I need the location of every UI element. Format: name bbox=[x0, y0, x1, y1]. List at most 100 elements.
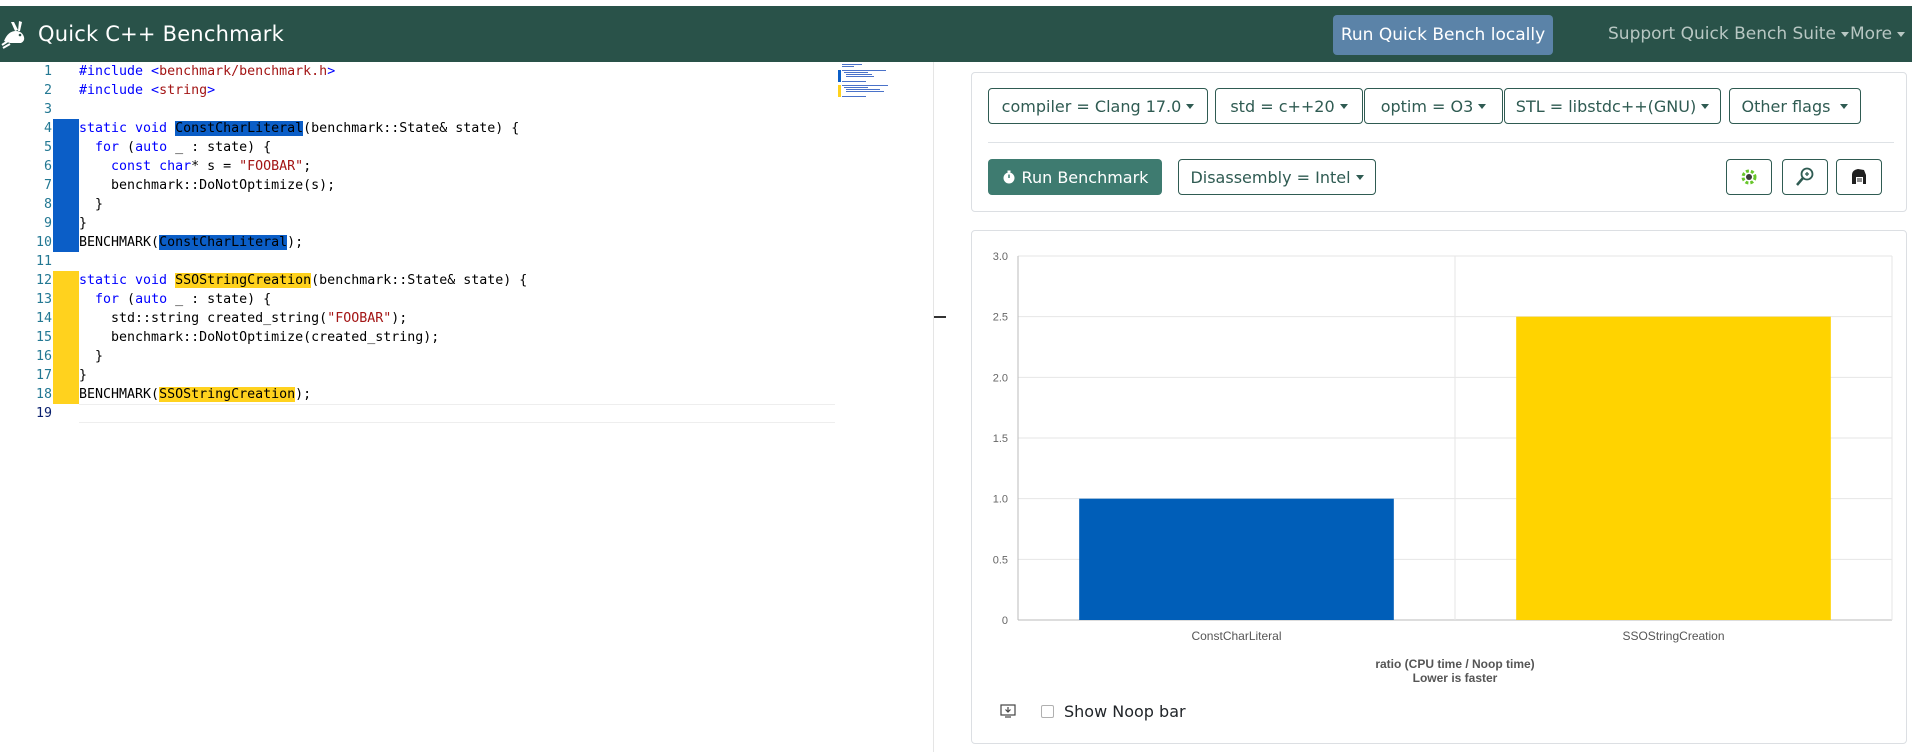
panel-divider[interactable] bbox=[933, 62, 934, 752]
support-dropdown[interactable]: Support Quick Bench Suite bbox=[1608, 6, 1849, 62]
code-line: 12 static void SSOStringCreation(benchma… bbox=[0, 271, 835, 290]
optim-label: optim = O3 bbox=[1380, 96, 1474, 116]
chevron-down-icon bbox=[1840, 31, 1849, 37]
line-number: 15 bbox=[35, 330, 52, 345]
code-text[interactable]: BENCHMARK(ConstCharLiteral); bbox=[79, 233, 303, 252]
line-number: 16 bbox=[35, 349, 52, 364]
run-benchmark-button[interactable]: Run Benchmark bbox=[988, 159, 1162, 195]
current-line-highlight bbox=[79, 404, 835, 423]
benchmark-marker-blue bbox=[53, 214, 79, 233]
zoom-button[interactable] bbox=[1782, 159, 1828, 195]
more-dropdown[interactable]: More bbox=[1850, 6, 1906, 62]
download-icon[interactable] bbox=[1000, 703, 1016, 719]
line-number: 17 bbox=[35, 368, 52, 383]
other-flags-label: Other flags bbox=[1741, 96, 1831, 116]
more-label: More bbox=[1850, 24, 1893, 44]
disassembly-label: Disassembly = Intel bbox=[1190, 167, 1351, 187]
benchmark-chart: 0 0.5 1.0 1.5 2.0 2.5 3.0 ConstCharLiteral SSOSt… bbox=[993, 251, 1893, 685]
y-tick-label: 1.5 bbox=[993, 433, 1008, 445]
chevron-down-icon bbox=[1478, 103, 1487, 109]
y-tick-label: 0.5 bbox=[993, 554, 1008, 566]
code-text[interactable]: benchmark::DoNotOptimize(s); bbox=[79, 176, 335, 195]
benchmark-marker-yellow bbox=[53, 290, 79, 309]
code-text[interactable]: static void SSOStringCreation(benchmark:… bbox=[79, 271, 527, 290]
code-line: 4 static void ConstCharLiteral(benchmark… bbox=[0, 119, 835, 138]
benchmark-marker-blue bbox=[53, 176, 79, 195]
gear-icon bbox=[1741, 169, 1757, 185]
code-line: 18 BENCHMARK(SSOStringCreation); bbox=[0, 385, 835, 404]
std-select[interactable]: std = c++20 bbox=[1215, 88, 1363, 124]
y-tick-label: 1.0 bbox=[993, 494, 1008, 506]
optim-select[interactable]: optim = O3 bbox=[1364, 88, 1503, 124]
code-text[interactable]: std::string created_string("FOOBAR"); bbox=[79, 309, 407, 328]
benchmark-marker-yellow bbox=[53, 347, 79, 366]
code-line: 10 BENCHMARK(ConstCharLiteral); bbox=[0, 233, 835, 252]
y-tick-label: 0 bbox=[1002, 615, 1008, 627]
code-line: 14 std::string created_string("FOOBAR"); bbox=[0, 309, 835, 328]
options-separator bbox=[988, 142, 1894, 143]
app-title: Quick C++ Benchmark bbox=[38, 22, 284, 46]
benchmark-marker-yellow bbox=[53, 366, 79, 385]
brand[interactable]: Quick C++ Benchmark bbox=[0, 6, 284, 62]
chevron-down-icon bbox=[1355, 174, 1364, 180]
code-text[interactable]: #include <string> bbox=[79, 81, 215, 100]
run-benchmark-label: Run Benchmark bbox=[1021, 167, 1149, 187]
code-text[interactable]: } bbox=[79, 347, 103, 366]
chevron-down-icon bbox=[1186, 103, 1195, 109]
code-line: 8 } bbox=[0, 195, 835, 214]
code-line: 13 for (auto _ : state) { bbox=[0, 290, 835, 309]
run-locally-button[interactable]: Run Quick Bench locally bbox=[1333, 15, 1553, 55]
line-number: 12 bbox=[35, 273, 52, 288]
compiler-label: compiler = Clang 17.0 bbox=[1001, 96, 1182, 116]
line-number: 6 bbox=[43, 159, 52, 174]
chart-footer: Show Noop bar bbox=[1000, 700, 1186, 722]
build-bench-button[interactable] bbox=[1836, 159, 1882, 195]
benchmark-marker-blue bbox=[53, 157, 79, 176]
x-axis-sublabel: Lower is faster bbox=[1413, 671, 1498, 685]
code-text[interactable]: } bbox=[79, 214, 87, 233]
line-number: 14 bbox=[35, 311, 52, 326]
navbar: Quick C++ Benchmark Run Quick Bench loca… bbox=[0, 6, 1912, 62]
line-number: 9 bbox=[43, 216, 52, 231]
show-noop-checkbox[interactable] bbox=[1041, 704, 1054, 718]
line-number: 3 bbox=[43, 102, 52, 117]
code-editor[interactable]: 1 #include <benchmark/benchmark.h> 2 #in… bbox=[0, 62, 933, 752]
splitter-handle[interactable] bbox=[934, 316, 946, 318]
line-number: 13 bbox=[35, 292, 52, 307]
other-flags-select[interactable]: Other flags bbox=[1729, 88, 1861, 124]
disassembly-select[interactable]: Disassembly = Intel bbox=[1178, 159, 1376, 195]
editor-minimap[interactable] bbox=[838, 62, 928, 102]
line-number: 1 bbox=[43, 64, 52, 79]
code-text[interactable]: for (auto _ : state) { bbox=[79, 138, 271, 157]
y-tick-label: 3.0 bbox=[993, 251, 1008, 263]
code-text[interactable]: } bbox=[79, 366, 87, 385]
benchmark-marker-blue bbox=[53, 195, 79, 214]
benchmark-marker-blue bbox=[53, 138, 79, 157]
hedgehog-icon bbox=[1852, 169, 1866, 184]
code-line: 5 for (auto _ : state) { bbox=[0, 138, 835, 157]
compiler-select[interactable]: compiler = Clang 17.0 bbox=[988, 88, 1208, 124]
code-line: 15 benchmark::DoNotOptimize(created_stri… bbox=[0, 328, 835, 347]
show-noop-label[interactable]: Show Noop bar bbox=[1064, 702, 1186, 721]
code-line: 19 bbox=[0, 404, 835, 423]
chevron-down-icon bbox=[1339, 103, 1348, 109]
x-axis-label: ratio (CPU time / Noop time) bbox=[1375, 657, 1534, 671]
code-text[interactable]: #include <benchmark/benchmark.h> bbox=[79, 62, 335, 81]
x-tick-label: SSOStringCreation bbox=[1622, 629, 1724, 643]
code-text[interactable]: benchmark::DoNotOptimize(created_string)… bbox=[79, 328, 439, 347]
bar-ConstCharLiteral bbox=[1079, 498, 1394, 620]
rabbit-logo-icon bbox=[1, 21, 25, 49]
line-number: 19 bbox=[35, 406, 52, 421]
std-label: std = c++20 bbox=[1230, 96, 1335, 116]
code-text[interactable]: } bbox=[79, 195, 103, 214]
code-text[interactable]: BENCHMARK(SSOStringCreation); bbox=[79, 385, 311, 404]
code-line: 2 #include <string> bbox=[0, 81, 835, 100]
benchmark-marker-blue bbox=[53, 119, 79, 138]
code-text[interactable]: static void ConstCharLiteral(benchmark::… bbox=[79, 119, 519, 138]
code-text[interactable]: for (auto _ : state) { bbox=[79, 290, 271, 309]
code-line: 11 bbox=[0, 252, 835, 271]
stl-select[interactable]: STL = libstdc++(GNU) bbox=[1504, 88, 1721, 124]
compiler-explorer-button[interactable] bbox=[1726, 159, 1772, 195]
benchmark-marker-blue bbox=[53, 233, 79, 252]
code-text[interactable]: const char* s = "FOOBAR"; bbox=[79, 157, 311, 176]
